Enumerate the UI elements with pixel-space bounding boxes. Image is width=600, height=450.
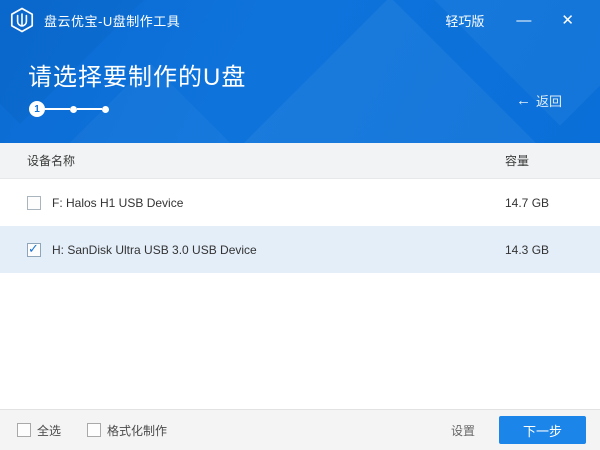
column-device-name: 设备名称 <box>0 152 75 169</box>
app-logo-icon <box>8 6 36 34</box>
device-row[interactable]: ✓ H: SanDisk Ultra USB 3.0 USB Device 14… <box>0 226 600 273</box>
device-row[interactable]: ✓ F: Halos H1 USB Device 14.7 GB <box>0 179 600 226</box>
next-button[interactable]: 下一步 <box>499 416 586 444</box>
format-label: 格式化制作 <box>107 422 167 439</box>
back-arrow-icon: ← <box>516 93 531 108</box>
step-2-marker <box>70 106 77 113</box>
back-label: 返回 <box>536 91 562 110</box>
device-checkbox[interactable]: ✓ <box>27 196 41 210</box>
device-name: H: SanDisk Ultra USB 3.0 USB Device <box>52 243 257 257</box>
device-list-empty-space <box>0 273 600 409</box>
page-title: 请选择要制作的U盘 <box>28 57 600 92</box>
device-capacity: 14.3 GB <box>505 243 549 257</box>
select-all-checkbox[interactable]: ✓ <box>17 423 31 437</box>
step-1-marker: 1 <box>29 101 45 117</box>
close-button[interactable]: ✕ <box>555 9 580 32</box>
minimize-button[interactable]: — <box>510 9 537 32</box>
column-capacity: 容量 <box>505 152 529 169</box>
format-toggle[interactable]: ✓ 格式化制作 <box>87 422 167 439</box>
title-bar: 盘云优宝-U盘制作工具 轻巧版 — ✕ <box>0 0 600 40</box>
device-capacity: 14.7 GB <box>505 196 549 210</box>
device-checkbox[interactable]: ✓ <box>27 243 41 257</box>
step-indicator: 1 <box>29 101 600 117</box>
select-all-toggle[interactable]: ✓ 全选 <box>17 422 61 439</box>
back-link[interactable]: ← 返回 <box>516 91 562 110</box>
hero-header: 盘云优宝-U盘制作工具 轻巧版 — ✕ 请选择要制作的U盘 1 ← 返回 <box>0 0 600 143</box>
table-header: 设备名称 容量 <box>0 143 600 179</box>
app-title: 盘云优宝-U盘制作工具 <box>44 11 180 30</box>
format-checkbox[interactable]: ✓ <box>87 423 101 437</box>
app-window: 盘云优宝-U盘制作工具 轻巧版 — ✕ 请选择要制作的U盘 1 ← 返回 设备名… <box>0 0 600 450</box>
edition-badge: 轻巧版 <box>445 11 484 30</box>
step-3-marker <box>102 106 109 113</box>
settings-link[interactable]: 设置 <box>451 422 475 439</box>
check-icon: ✓ <box>28 241 39 257</box>
select-all-label: 全选 <box>37 422 61 439</box>
step-connector <box>45 108 70 110</box>
footer-bar: ✓ 全选 ✓ 格式化制作 设置 下一步 <box>0 409 600 450</box>
device-name: F: Halos H1 USB Device <box>52 196 183 210</box>
step-connector <box>77 108 102 110</box>
